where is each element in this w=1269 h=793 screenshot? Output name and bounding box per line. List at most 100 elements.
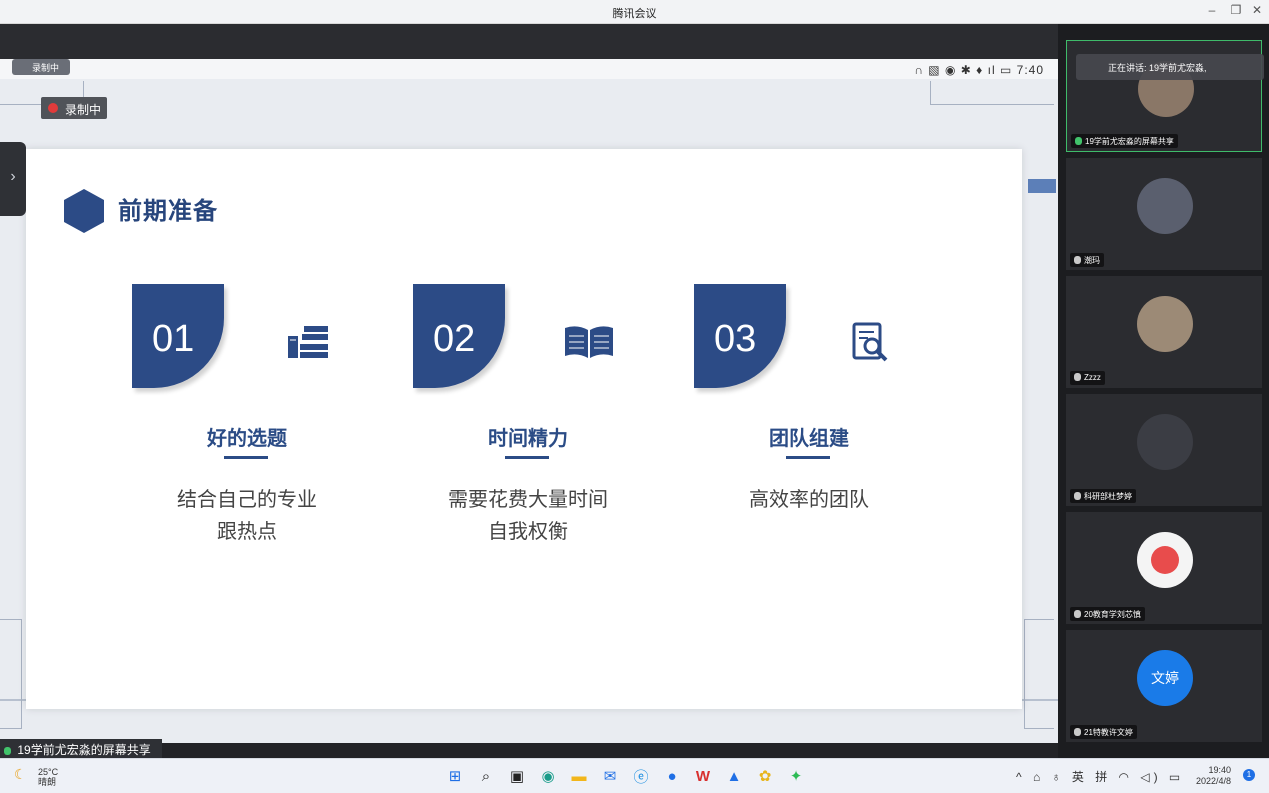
pig-avatar-icon — [1151, 546, 1179, 574]
books-icon — [282, 322, 334, 362]
participant-name: 科研部杜梦婷 — [1070, 489, 1136, 503]
mic-icon — [1074, 373, 1081, 381]
chevron-right-icon: › — [10, 168, 16, 185]
app-icon[interactable]: ● — [661, 765, 683, 787]
screen-share-area: 录制中 ∩ ▧ ◉ ✱ ♦ ıl ▭ 7:40 录制中 前期准备 01 好的选题… — [0, 24, 1058, 758]
search-icon[interactable]: ⌕ — [475, 765, 497, 787]
taskbar-clock[interactable]: 19:40 2022/4/8 — [1196, 765, 1231, 787]
title-bar: 腾讯会议 – ❐ ✕ — [0, 0, 1269, 24]
open-book-icon — [563, 322, 615, 362]
card-desc-line: 结合自己的专业 — [177, 489, 317, 511]
windows-taskbar: ☾ 25°C 晴朗 ⊞ ⌕ ▣ ◉ ▬ ✉ ⓔ ● W ▲ ✿ ✦ ^ ⌂ ♁ … — [0, 758, 1269, 793]
card-title: 时间精力 — [488, 428, 568, 450]
card-desc-line: 需要花费大量时间 — [448, 489, 608, 511]
recording-indicator-small: 录制中 — [12, 59, 70, 75]
card-desc-line: 跟热点 — [217, 521, 277, 543]
participant-name-text: 21特教许文婷 — [1084, 728, 1133, 737]
card-description: 结合自己的专业 跟热点 — [132, 484, 362, 548]
circuit-decoration — [930, 81, 1054, 105]
participant-tile[interactable]: Zzzz — [1066, 276, 1262, 388]
participant-name-text: 潮玛 — [1084, 256, 1100, 265]
recording-badge: 录制中 — [41, 97, 107, 119]
participant-tile[interactable]: 20教育学刘芯慎 — [1066, 512, 1262, 624]
phone-status-icons: ∩ ▧ ◉ ✱ ♦ ıl ▭ 7:40 — [914, 63, 1044, 77]
avatar — [1137, 296, 1193, 352]
mic-icon — [1074, 610, 1081, 618]
tencent-meeting-icon[interactable]: ▲ — [723, 765, 745, 787]
title-underline — [224, 456, 268, 459]
moon-icon: ☾ — [14, 766, 27, 782]
card-number: 02 — [433, 318, 476, 360]
card-number: 01 — [152, 318, 195, 360]
restore-button[interactable]: ❐ — [1227, 3, 1245, 17]
window-title: 腾讯会议 — [612, 8, 657, 20]
record-dot-icon — [48, 103, 58, 113]
system-tray[interactable]: ^ ⌂ ♁ 英 拼 ◠ ◁) ▭ — [1016, 768, 1184, 785]
participant-name-text: 科研部杜梦婷 — [1084, 492, 1132, 501]
avatar — [1137, 178, 1193, 234]
document-search-icon — [844, 322, 896, 362]
mic-icon — [1075, 137, 1082, 145]
card-number: 03 — [714, 318, 757, 360]
qq-icon[interactable]: ✿ — [754, 765, 776, 787]
mic-icon — [4, 747, 11, 755]
browser-icon[interactable]: ⓔ — [630, 765, 652, 787]
topic-card: 03 团队组建 高效率的团队 — [694, 284, 934, 564]
start-menu-icon[interactable]: ⊞ — [444, 765, 466, 787]
participant-tile[interactable]: 潮玛 — [1066, 158, 1262, 270]
participants-panel: 19学前尤宏淼的屏幕共享 正在讲话: 19学前尤宏淼, 潮玛 Zzzz 科研部杜… — [1058, 24, 1269, 758]
notification-badge[interactable]: 1 — [1243, 769, 1255, 781]
close-button[interactable]: ✕ — [1248, 3, 1266, 17]
weather-widget[interactable]: ☾ 25°C 晴朗 — [14, 767, 58, 787]
card-description: 高效率的团队 — [694, 484, 924, 516]
taskbar-apps: ⊞ ⌕ ▣ ◉ ▬ ✉ ⓔ ● W ▲ ✿ ✦ — [444, 765, 807, 787]
participant-name-text: Zzzz — [1084, 373, 1101, 382]
edge-icon[interactable]: ◉ — [537, 765, 559, 787]
minimize-button[interactable]: – — [1203, 3, 1221, 17]
number-block: 03 — [694, 284, 786, 388]
avatar — [1137, 532, 1193, 588]
avatar-text: 文婷 — [1137, 650, 1193, 706]
participant-name: 19学前尤宏淼的屏幕共享 — [1071, 134, 1178, 148]
recording-badge-label: 录制中 — [65, 103, 102, 117]
card-desc-line: 自我权衡 — [488, 521, 568, 543]
file-explorer-icon[interactable]: ▬ — [568, 765, 590, 787]
shared-phone-screen: 录制中 ∩ ▧ ◉ ✱ ♦ ıl ▭ 7:40 录制中 前期准备 01 好的选题… — [0, 59, 1058, 743]
participant-tile[interactable]: 文婷 21特教许文婷 — [1066, 630, 1262, 742]
number-block: 01 — [132, 284, 224, 388]
tencent-meeting-window: 腾讯会议 – ❐ ✕ 录制中 ∩ ▧ ◉ ✱ ♦ ıl ▭ 7:40 录制中 前… — [0, 0, 1269, 793]
presentation-slide: 前期准备 01 好的选题 结合自己的专业 跟热点 02 时间精力 需要花费大量时… — [26, 149, 1022, 709]
slide-title: 前期准备 — [118, 198, 218, 225]
mail-icon[interactable]: ✉ — [599, 765, 621, 787]
mic-icon — [1074, 256, 1081, 264]
clock-time: 19:40 — [1208, 765, 1232, 775]
number-block: 02 — [413, 284, 505, 388]
expand-panel-handle[interactable]: › — [0, 142, 26, 216]
status-icons-glyphs: ∩ ▧ ◉ ✱ ♦ ıl ▭ — [914, 63, 1013, 77]
mic-icon — [1074, 492, 1081, 500]
phone-status-bar: 录制中 ∩ ▧ ◉ ✱ ♦ ıl ▭ 7:40 — [0, 59, 1058, 79]
avatar — [1137, 414, 1193, 470]
clock-date: 2022/4/8 — [1196, 776, 1232, 786]
topic-card: 02 时间精力 需要花费大量时间 自我权衡 — [413, 284, 653, 564]
wps-icon[interactable]: W — [692, 765, 714, 787]
speaking-indicator: 正在讲话: 19学前尤宏淼, — [1076, 54, 1264, 80]
circuit-decoration — [0, 619, 22, 729]
circuit-decoration — [1024, 619, 1054, 729]
participant-name: 21特教许文婷 — [1070, 725, 1137, 739]
card-description: 需要花费大量时间 自我权衡 — [413, 484, 643, 548]
card-desc-line: 高效率的团队 — [749, 489, 869, 511]
topic-card: 01 好的选题 结合自己的专业 跟热点 — [132, 284, 372, 564]
wechat-icon[interactable]: ✦ — [785, 765, 807, 787]
title-underline — [786, 456, 830, 459]
title-underline — [505, 456, 549, 459]
card-title: 团队组建 — [769, 428, 849, 450]
participant-name-text: 19学前尤宏淼的屏幕共享 — [1085, 137, 1174, 146]
participant-name: 20教育学刘芯慎 — [1070, 607, 1145, 621]
screen-share-label: 19学前尤宏淼的屏幕共享 — [0, 739, 162, 758]
participant-name: Zzzz — [1070, 371, 1105, 385]
screen-share-label-text: 19学前尤宏淼的屏幕共享 — [17, 743, 151, 757]
task-view-icon[interactable]: ▣ — [506, 765, 528, 787]
participant-tile[interactable]: 科研部杜梦婷 — [1066, 394, 1262, 506]
phone-clock: 7:40 — [1016, 63, 1044, 77]
